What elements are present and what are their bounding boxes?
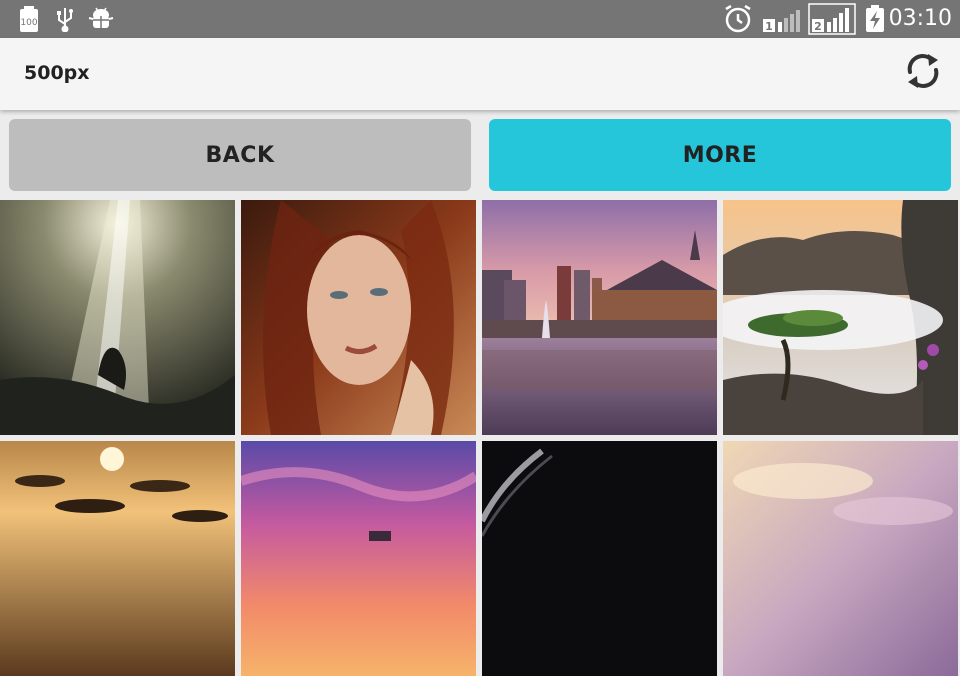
alarm-icon — [722, 5, 754, 33]
sim2-label: 2 — [814, 20, 822, 33]
battery-100-icon: 100 — [18, 6, 40, 32]
app-bar: 500px — [0, 38, 960, 110]
signal-sim1-icon: 1 — [762, 6, 806, 33]
refresh-icon — [902, 50, 944, 97]
signal-sim2-icon: 2 — [808, 3, 856, 35]
photo-tile[interactable] — [723, 200, 958, 435]
android-debug-icon — [88, 6, 114, 32]
battery-charging-icon — [862, 5, 888, 32]
status-bar: 100 1 2 03:10 — [0, 0, 960, 38]
back-button[interactable]: BACK — [9, 119, 471, 191]
sim1-label: 1 — [765, 20, 773, 33]
photo-tile[interactable] — [0, 200, 235, 435]
more-button[interactable]: MORE — [489, 119, 951, 191]
status-time: 03:10 — [888, 6, 952, 31]
photo-tile[interactable] — [241, 441, 476, 676]
photo-tile[interactable] — [723, 441, 958, 676]
refresh-button[interactable] — [900, 50, 946, 96]
usb-icon — [54, 6, 76, 32]
photo-tile[interactable] — [241, 200, 476, 435]
photo-tile[interactable] — [482, 200, 717, 435]
app-title: 500px — [24, 62, 90, 84]
photo-tile[interactable] — [482, 441, 717, 676]
photo-tile[interactable] — [0, 441, 235, 676]
battery-level-text: 100 — [20, 18, 37, 28]
